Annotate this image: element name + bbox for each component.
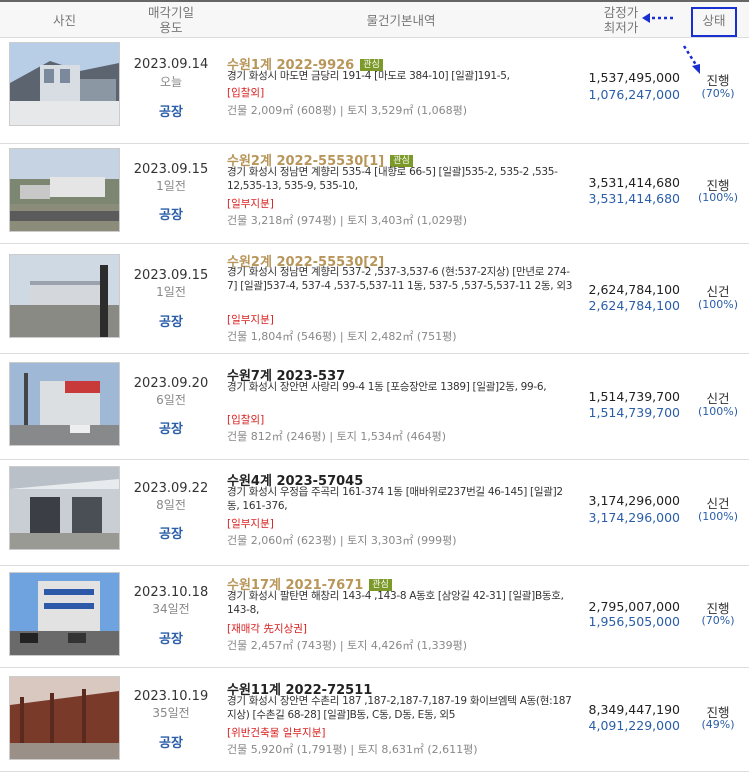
area-info: 건물 3,218㎡ (974평) | 토지 3,403㎡ (1,029평) <box>227 214 468 227</box>
days-ago: 6일전 <box>156 393 186 407</box>
special-note: [재매각 先지상권] <box>227 623 307 635</box>
property-use: 공장 <box>159 208 183 223</box>
minimum-price: 3,531,414,680 <box>588 191 680 206</box>
minimum-price: 1,956,505,000 <box>588 614 680 629</box>
appraisal-price: 3,531,414,680 <box>588 175 680 190</box>
status-percent: (100%) <box>697 405 739 418</box>
sale-date: 2023.09.22 <box>133 481 209 496</box>
appraisal-price: 2,795,007,000 <box>588 599 680 614</box>
property-use: 공장 <box>159 422 183 437</box>
status-percent: (100%) <box>697 510 739 523</box>
property-photo[interactable] <box>9 42 120 126</box>
table-row[interactable]: 2023.10.19 35일전 공장 수원11계 2022-72511 경기 화… <box>0 668 749 772</box>
status-percent: (70%) <box>701 614 735 627</box>
status-percent: (70%) <box>701 87 735 100</box>
table-row[interactable]: 2023.09.22 8일전 공장 수원4계 2023-57045 경기 화성시… <box>0 460 749 566</box>
minimum-price: 1,514,739,700 <box>588 405 680 420</box>
property-use: 공장 <box>159 105 183 120</box>
sale-date: 2023.09.20 <box>133 376 209 391</box>
minimum-price: 4,091,229,000 <box>588 718 680 733</box>
appraisal-price: 2,624,784,100 <box>588 282 680 297</box>
property-use: 공장 <box>159 632 183 647</box>
minimum-price: 1,076,247,000 <box>588 87 680 102</box>
property-photo[interactable] <box>9 676 120 760</box>
days-ago: 오늘 <box>159 75 183 89</box>
special-note: [일부지분] <box>227 314 274 326</box>
property-address: 경기 화성시 우정읍 주곡리 161-374 1동 [매바위로237번길 46-… <box>227 486 563 512</box>
area-info: 건물 2,457㎡ (743평) | 토지 4,426㎡ (1,339평) <box>227 639 468 652</box>
minimum-price: 3,174,296,000 <box>588 510 680 525</box>
status-percent: (100%) <box>697 298 739 311</box>
special-note: [입찰외] <box>227 414 265 426</box>
days-ago: 1일전 <box>156 285 186 299</box>
property-address: 경기 화성시 마도면 금당리 191-4 [마도로 384-10] [일괄]19… <box>227 70 510 82</box>
area-info: 건물 812㎡ (246평) | 토지 1,534㎡ (464평) <box>227 430 447 443</box>
property-photo[interactable] <box>9 466 120 550</box>
special-note: [입찰외] <box>227 87 265 99</box>
header-photo: 사진 <box>52 13 76 28</box>
days-ago: 35일전 <box>152 706 190 720</box>
property-address: 경기 화성시 장안면 사랑리 99-4 1동 [포승장안로 1389] [일괄]… <box>227 381 547 393</box>
property-use: 공장 <box>159 736 183 751</box>
area-info: 건물 2,009㎡ (608평) | 토지 3,529㎡ (1,068평) <box>227 104 468 117</box>
sale-date: 2023.09.14 <box>133 57 209 72</box>
appraisal-price: 1,514,739,700 <box>588 389 680 404</box>
property-photo[interactable] <box>9 572 120 656</box>
area-info: 건물 1,804㎡ (546평) | 토지 2,482㎡ (751평) <box>227 330 457 343</box>
header-use: 용도 <box>159 20 183 35</box>
sale-date: 2023.10.18 <box>133 585 209 600</box>
property-use: 공장 <box>159 527 183 542</box>
sale-date: 2023.09.15 <box>133 162 209 177</box>
property-use: 공장 <box>159 315 183 330</box>
special-note: [위반건축물 일부지분] <box>227 727 326 739</box>
area-info: 건물 5,920㎡ (1,791평) | 토지 8,631㎡ (2,611평) <box>227 743 478 756</box>
header-basic-info: 물건기본내역 <box>366 13 436 28</box>
property-address: 경기 화성시 장안면 수촌리 187 ,187-2,187-7,187-19 화… <box>227 695 572 721</box>
table-row[interactable]: 2023.09.15 1일전 공장 수원2계 2022-55530[1] 관심 경… <box>0 144 749 244</box>
table-header: 사진 매각기일 용도 물건기본내역 감정가 최저가 상태 <box>0 0 749 38</box>
days-ago: 8일전 <box>156 498 186 512</box>
appraisal-price: 1,537,495,000 <box>588 70 680 85</box>
table-row[interactable]: 2023.10.18 34일전 공장 수원17계 2021-7671 관심 경기 … <box>0 566 749 668</box>
property-photo[interactable] <box>9 148 120 232</box>
status-percent: (49%) <box>701 718 735 731</box>
header-sale-date: 매각기일 <box>147 5 194 20</box>
area-info: 건물 2,060㎡ (623평) | 토지 3,303㎡ (999평) <box>227 534 457 547</box>
table-row[interactable]: 2023.09.15 1일전 공장 수원2계 2022-55530[2] 경기 … <box>0 244 749 354</box>
property-address: 경기 화성시 팔탄면 해창리 143-4 ,143-8 A동호 [삼앙길 42-… <box>227 590 564 616</box>
table-row[interactable]: 2023.09.20 6일전 공장 수원7계 2023-537 경기 화성시 장… <box>0 354 749 460</box>
appraisal-price: 3,174,296,000 <box>588 493 680 508</box>
table-row[interactable]: 2023.09.14 오늘 공장 수원1계 2022-9926 관심 경기 화성시… <box>0 38 749 144</box>
property-photo[interactable] <box>9 362 120 446</box>
property-address: 경기 화성시 정남면 계향리 537-2 ,537-3,537-6 (현:537… <box>227 266 573 292</box>
special-note: [일부지분] <box>227 198 274 210</box>
sale-date: 2023.09.15 <box>133 268 209 283</box>
special-note: [일부지분] <box>227 518 274 530</box>
status-percent: (100%) <box>697 191 739 204</box>
minimum-price: 2,624,784,100 <box>588 298 680 313</box>
appraisal-price: 8,349,447,190 <box>588 702 680 717</box>
days-ago: 34일전 <box>152 602 190 616</box>
property-photo[interactable] <box>9 254 120 338</box>
property-address: 경기 화성시 정남면 계향리 535-4 [내향로 66-5] [일괄]535-… <box>227 166 558 192</box>
days-ago: 1일전 <box>156 179 186 193</box>
sale-date: 2023.10.19 <box>133 689 209 704</box>
